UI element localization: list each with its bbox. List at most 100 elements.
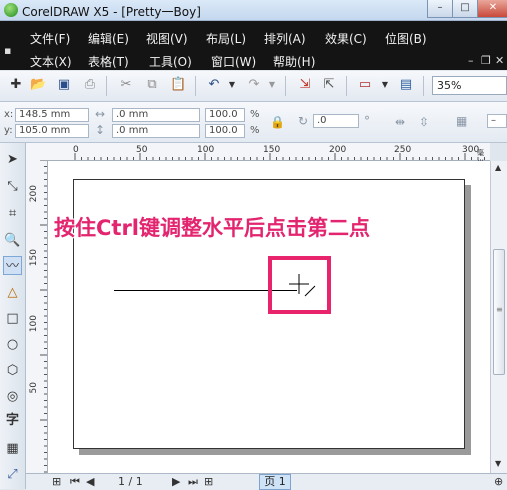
dimension-tool-icon[interactable]: ⤢ bbox=[3, 465, 22, 484]
zoom-level-select[interactable]: 35% bbox=[432, 76, 507, 95]
toolbar-separator bbox=[195, 76, 196, 96]
vertical-scrollbar[interactable]: ▲ ≡ ▼ bbox=[490, 161, 507, 473]
copy-icon[interactable]: ⧉ bbox=[144, 77, 160, 93]
menu-tools[interactable]: 工具(O) bbox=[149, 53, 192, 70]
basic-shapes-tool-icon[interactable]: ◎ bbox=[3, 387, 22, 406]
toolbar-separator bbox=[423, 76, 424, 96]
page-tab-1[interactable]: 页 1 bbox=[259, 474, 291, 490]
vertical-ruler: 200 150 100 50 bbox=[26, 160, 48, 473]
page-counter: 1 / 1 bbox=[118, 475, 143, 488]
undo-icon[interactable]: ↶ bbox=[206, 77, 222, 93]
x-position-field[interactable]: 148.5 mm bbox=[15, 108, 89, 122]
cut-icon[interactable]: ✂ bbox=[118, 77, 134, 93]
degree-symbol: ° bbox=[364, 114, 370, 128]
menu-window[interactable]: 窗口(W) bbox=[211, 53, 256, 70]
undo-dropdown-icon[interactable]: ▼ bbox=[224, 77, 240, 93]
ellipse-tool-icon[interactable]: ○ bbox=[3, 335, 22, 354]
scroll-down-icon[interactable]: ▼ bbox=[495, 459, 501, 468]
menu-view[interactable]: 视图(V) bbox=[146, 30, 188, 47]
menu-edit[interactable]: 编辑(E) bbox=[88, 30, 129, 47]
height-field[interactable]: .0 mm bbox=[112, 124, 200, 138]
y-label: y: bbox=[4, 125, 13, 136]
mirror-vertical-icon[interactable]: ⇳ bbox=[419, 115, 429, 129]
next-page-icon[interactable]: ▶ bbox=[172, 475, 180, 489]
ruler-tick-label: 150 bbox=[29, 249, 39, 267]
standard-toolbar: ✚ 📂 ▣ ⎙ ✂ ⧉ 📋 ↶ ▼ ↷ ▼ ⇲ ⇱ ▭ ▼ ▤ 35% bbox=[0, 71, 507, 102]
application-launcher-icon[interactable]: ▭ bbox=[357, 77, 373, 93]
minimize-button[interactable]: – bbox=[427, 0, 453, 18]
wrap-text-icon[interactable]: ▦ bbox=[456, 114, 467, 128]
welcome-screen-icon[interactable]: ▤ bbox=[398, 77, 414, 93]
toolbar-separator bbox=[285, 76, 286, 96]
document-restore-button[interactable]: ❐ bbox=[481, 54, 491, 67]
rectangle-tool-icon[interactable]: □ bbox=[3, 309, 22, 328]
import-icon[interactable]: ⇲ bbox=[297, 77, 313, 93]
menu-help[interactable]: 帮助(H) bbox=[273, 53, 315, 70]
toolbox: ➤ ⤡ ⌗ 🔍 〰 △ □ ○ ⬡ ◎ 字 ▦ ⤢ bbox=[0, 143, 26, 489]
menu-file[interactable]: 文件(F) bbox=[30, 30, 70, 47]
toolbar-separator bbox=[106, 76, 107, 96]
scale-y-percent: % bbox=[250, 125, 260, 136]
document-grip-icon: ▪ bbox=[4, 44, 12, 57]
lock-ratio-icon[interactable]: 🔒 bbox=[270, 115, 285, 129]
new-document-icon[interactable]: ✚ bbox=[8, 77, 24, 93]
maximize-button[interactable]: □ bbox=[452, 0, 478, 18]
table-tool-icon[interactable]: ▦ bbox=[3, 439, 22, 458]
first-page-icon[interactable]: ⏮ bbox=[70, 475, 80, 489]
document-close-button[interactable]: ✕ bbox=[495, 54, 504, 67]
menu-bar: ▪ 文件(F) 编辑(E) 视图(V) 布局(L) 排列(A) 效果(C) 位图… bbox=[0, 21, 507, 70]
document-minimize-button[interactable]: – bbox=[468, 54, 474, 67]
launcher-dropdown-icon[interactable]: ▼ bbox=[377, 77, 393, 93]
print-icon[interactable]: ⎙ bbox=[82, 77, 98, 93]
scale-x-percent: % bbox=[250, 109, 260, 120]
previous-page-icon[interactable]: ◀ bbox=[86, 475, 94, 489]
export-icon[interactable]: ⇱ bbox=[321, 77, 337, 93]
ruler-origin[interactable] bbox=[26, 143, 49, 161]
add-page-after-icon[interactable]: ⊞ bbox=[204, 475, 213, 489]
scrollbar-thumb[interactable]: ≡ bbox=[493, 249, 505, 375]
menu-arrange[interactable]: 排列(A) bbox=[264, 30, 306, 47]
mirror-horizontal-icon[interactable]: ⇹ bbox=[395, 115, 405, 129]
redo-dropdown-icon[interactable]: ▼ bbox=[264, 77, 280, 93]
shape-tool-icon[interactable]: ⤡ bbox=[3, 177, 22, 196]
rotation-angle-field[interactable]: .0 bbox=[313, 114, 359, 128]
open-folder-icon[interactable]: 📂 bbox=[30, 77, 46, 93]
rotate-icon: ↻ bbox=[298, 114, 309, 128]
save-icon[interactable]: ▣ bbox=[56, 77, 72, 93]
scale-x-field[interactable]: 100.0 bbox=[205, 108, 245, 122]
outline-width-field[interactable]: – bbox=[487, 114, 507, 128]
scroll-up-icon[interactable]: ▲ bbox=[495, 163, 501, 172]
ruler-tick-label: 200 bbox=[29, 185, 39, 203]
coreldraw-logo-icon bbox=[4, 3, 18, 17]
instruction-caption: 按住Ctrl键调整水平后点击第二点 bbox=[54, 216, 371, 240]
last-page-icon[interactable]: ⏭ bbox=[188, 475, 198, 489]
pick-tool-icon[interactable]: ➤ bbox=[3, 150, 22, 169]
menu-bitmaps[interactable]: 位图(B) bbox=[385, 30, 427, 47]
redo-icon[interactable]: ↷ bbox=[246, 77, 262, 93]
property-bar: x: y: 148.5 mm 105.0 mm ↔ ↕ .0 mm .0 mm … bbox=[0, 102, 507, 143]
ruler-tick-label: 100 bbox=[29, 315, 39, 333]
menu-text[interactable]: 文本(X) bbox=[30, 53, 72, 70]
ruler-ticks bbox=[40, 160, 47, 473]
zoom-tool-icon[interactable]: 🔍 bbox=[3, 231, 22, 250]
zoom-to-page-icon[interactable]: ⊕ bbox=[494, 475, 503, 489]
scale-y-field[interactable]: 100.0 bbox=[205, 124, 245, 138]
freehand-tool-icon[interactable]: 〰 bbox=[3, 256, 22, 275]
crop-tool-icon[interactable]: ⌗ bbox=[3, 204, 22, 223]
width-icon: ↔ bbox=[95, 107, 106, 121]
menu-table[interactable]: 表格(T) bbox=[88, 53, 129, 70]
text-tool-icon[interactable]: 字 bbox=[3, 411, 22, 430]
smart-fill-tool-icon[interactable]: △ bbox=[3, 283, 22, 302]
polygon-tool-icon[interactable]: ⬡ bbox=[3, 361, 22, 380]
menu-layout[interactable]: 布局(L) bbox=[206, 30, 246, 47]
ruler-ticks bbox=[74, 153, 485, 160]
page-navigator-bar: ⊞ ⏮ ◀ 1 / 1 ▶ ⏭ ⊞ 页 1 ⊕ bbox=[26, 473, 507, 490]
width-field[interactable]: .0 mm bbox=[112, 108, 200, 122]
y-position-field[interactable]: 105.0 mm bbox=[15, 124, 89, 138]
crosshair-cursor-icon bbox=[289, 274, 316, 297]
close-button[interactable]: ✕ bbox=[477, 0, 507, 18]
add-page-before-icon[interactable]: ⊞ bbox=[52, 475, 61, 489]
menu-effects[interactable]: 效果(C) bbox=[325, 30, 367, 47]
x-label: x: bbox=[4, 109, 14, 120]
paste-icon[interactable]: 📋 bbox=[170, 77, 186, 93]
